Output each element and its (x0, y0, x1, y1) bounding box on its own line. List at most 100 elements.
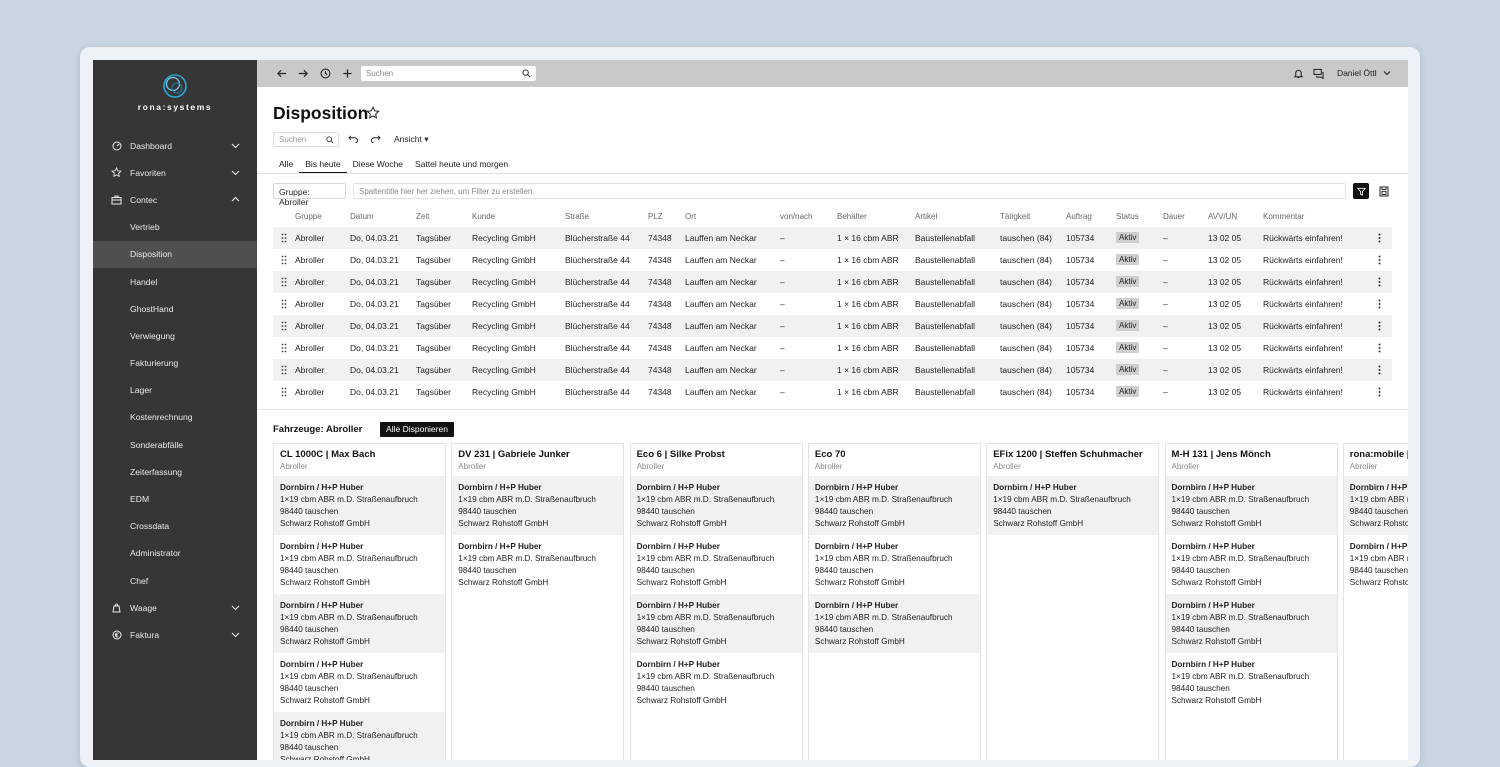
sidebar-item-favoriten[interactable]: Favoriten (93, 159, 257, 186)
job-item[interactable]: Dornbirn / H+P Huber 1×19 cbm ABR m.D. St… (274, 594, 445, 653)
column-header-article[interactable]: Artikel (915, 212, 937, 221)
column-header-comment[interactable]: Kommentar (1263, 212, 1304, 221)
column-header-order[interactable]: Auftrag (1066, 212, 1092, 221)
drag-handle-icon[interactable] (281, 277, 287, 287)
job-item[interactable]: Dornbirn / H+P Huber 1×19 cbm ABR m.D. St… (1166, 653, 1337, 712)
job-item[interactable]: Dornbirn / H+P Huber 1×19 cbm ABR m.D. St… (1165, 476, 1337, 535)
table-row[interactable]: Abroller Do, 04.03.21 Tagsüber Recycling Gm… (273, 315, 1392, 337)
job-item[interactable]: Dornbirn / H+P Huber 1×19 cbm ABR m.D. St… (630, 594, 802, 653)
group-chip[interactable]: Gruppe: Abroller (273, 183, 346, 207)
column-header-zip[interactable]: PLZ (648, 212, 663, 221)
job-item[interactable]: Dornbirn / H+P Huber 1×19 cbm ABR m.D. St… (274, 476, 445, 535)
row-menu-icon[interactable] (1378, 343, 1381, 355)
row-menu-icon[interactable] (1378, 233, 1381, 245)
back-arrow-icon[interactable] (275, 67, 288, 80)
sidebar-item-chef[interactable]: Chef (93, 567, 257, 594)
redo-icon[interactable] (370, 134, 381, 143)
undo-icon[interactable] (348, 134, 359, 143)
favorite-star-icon[interactable] (366, 106, 380, 120)
bell-icon[interactable] (1292, 67, 1305, 80)
job-item[interactable]: Dornbirn / H+P Huber 1×19 cbm ABR m.D. St… (274, 535, 445, 594)
table-row[interactable]: Abroller Do, 04.03.21 Tagsüber Recycling Gm… (273, 249, 1392, 271)
table-row[interactable]: Abroller Do, 04.03.21 Tagsüber Recycling Gm… (273, 293, 1392, 315)
vehicle-card[interactable]: rona:mobile | Klaus Teller Abroller Dornbi… (1342, 443, 1408, 760)
column-header-street[interactable]: Straße (565, 212, 589, 221)
vehicle-card[interactable]: CL 1000C | Max Bach Abroller Dornbirn / H+… (273, 443, 446, 760)
sidebar-item-contec[interactable]: Contec (93, 186, 257, 213)
sidebar-item-handel[interactable]: Handel (93, 268, 257, 295)
column-header-avv[interactable]: AVV/UN (1208, 212, 1237, 221)
row-menu-icon[interactable] (1378, 255, 1381, 267)
brand-logo[interactable]: rona:systems (93, 72, 257, 112)
row-menu-icon[interactable] (1378, 387, 1381, 399)
column-header-group[interactable]: Gruppe (295, 212, 322, 221)
column-header-status[interactable]: Status (1116, 212, 1139, 221)
job-item[interactable]: Dornbirn / H+P Huber 1×19 cbm ABR m.D. St… (808, 476, 980, 535)
sidebar-item-faktura[interactable]: Faktura (93, 621, 257, 648)
job-item[interactable]: Dornbirn / H+P Huber 1×19 cbm ABR m.D. St… (987, 476, 1159, 535)
sidebar-item-administrator[interactable]: Administrator (93, 540, 257, 567)
job-item[interactable]: Dornbirn / H+P Huber 1×19 cbm ABR m.D. St… (1165, 594, 1337, 653)
job-item[interactable]: Dornbirn / H+P Huber 1×19 cbm ABR m.D. St… (1344, 535, 1408, 594)
column-header-date[interactable]: Datum (350, 212, 374, 221)
sidebar-item-ghosthand[interactable]: GhostHand (93, 295, 257, 322)
tab-alle[interactable]: Alle (273, 159, 299, 173)
history-clock-icon[interactable] (319, 67, 332, 80)
sidebar-item-dashboard[interactable]: Dashboard (93, 132, 257, 159)
sidebar-item-verwiegung[interactable]: Verwiegung (93, 322, 257, 349)
chat-icon[interactable] (1312, 67, 1325, 80)
table-row[interactable]: Abroller Do, 04.03.21 Tagsüber Recycling Gm… (273, 227, 1392, 249)
job-item[interactable]: Dornbirn / H+P Huber 1×19 cbm ABR m.D. St… (631, 535, 802, 594)
table-row[interactable]: Abroller Do, 04.03.21 Tagsüber Recycling Gm… (273, 381, 1392, 403)
drag-handle-icon[interactable] (281, 255, 287, 265)
sidebar-item-fakturierung[interactable]: Fakturierung (93, 350, 257, 377)
dispatch-all-button[interactable]: Alle Disponieren (380, 422, 454, 437)
global-search-input[interactable]: Suchen (361, 66, 536, 81)
drag-handle-icon[interactable] (281, 365, 287, 375)
job-item[interactable]: Dornbirn / H+P Huber 1×19 cbm ABR m.D. St… (808, 594, 980, 653)
job-item[interactable]: Dornbirn / H+P Huber 1×19 cbm ABR m.D. St… (1343, 476, 1408, 535)
job-item[interactable]: Dornbirn / H+P Huber 1×19 cbm ABR m.D. St… (1166, 535, 1337, 594)
drag-handle-icon[interactable] (281, 321, 287, 331)
table-search-input[interactable]: Suchen (273, 132, 339, 147)
drag-handle-icon[interactable] (281, 343, 287, 353)
column-header-duration[interactable]: Dauer (1163, 212, 1185, 221)
sidebar-item-vertrieb[interactable]: Vertrieb (93, 214, 257, 241)
vehicle-card[interactable]: M-H 131 | Jens Mönch Abroller Dornbirn / H… (1164, 443, 1338, 760)
export-button[interactable] (1377, 184, 1391, 198)
sidebar-item-kostenrechnung[interactable]: Kostenrechnung (93, 404, 257, 431)
forward-arrow-icon[interactable] (297, 67, 310, 80)
user-menu[interactable]: Daniel Öttl (1337, 68, 1391, 78)
tab-diese-woche[interactable]: Diese Woche (347, 159, 409, 173)
row-menu-icon[interactable] (1378, 299, 1381, 311)
column-header-city[interactable]: Ort (685, 212, 696, 221)
group-drop-zone[interactable]: Spaltentitle hier her ziehen, um Filter … (353, 183, 1346, 199)
job-item[interactable]: Dornbirn / H+P Huber 1×19 cbm ABR m.D. St… (452, 476, 624, 535)
row-menu-icon[interactable] (1378, 277, 1381, 289)
vehicle-card[interactable]: EFix 1200 | Steffen Schuhmacher Abroller D… (986, 443, 1160, 760)
job-item[interactable]: Dornbirn / H+P Huber 1×19 cbm ABR m.D. St… (274, 653, 445, 712)
drag-handle-icon[interactable] (281, 233, 287, 243)
view-dropdown[interactable]: Ansicht ▾ (394, 134, 429, 145)
vehicle-card[interactable]: Eco 6 | Silke Probst Abroller Dornbirn / H… (629, 443, 803, 760)
tab-sattel-heute-und-morgen[interactable]: Sattel heute und morgen (409, 159, 514, 173)
row-menu-icon[interactable] (1378, 321, 1381, 333)
sidebar-item-waage[interactable]: Waage (93, 594, 257, 621)
plus-icon[interactable] (341, 67, 354, 80)
sidebar-item-lager[interactable]: Lager (93, 377, 257, 404)
job-item[interactable]: Dornbirn / H+P Huber 1×19 cbm ABR m.D. St… (630, 476, 802, 535)
sidebar-item-disposition[interactable]: Disposition (93, 240, 257, 268)
column-header-container[interactable]: Behälter (837, 212, 867, 221)
vehicle-card[interactable]: DV 231 | Gabriele Junker Abroller Dornbirn… (451, 443, 625, 760)
drag-handle-icon[interactable] (281, 387, 287, 397)
table-row[interactable]: Abroller Do, 04.03.21 Tagsüber Recycling Gm… (273, 337, 1392, 359)
filter-button[interactable] (1353, 183, 1369, 199)
drag-handle-icon[interactable] (281, 299, 287, 309)
table-row[interactable]: Abroller Do, 04.03.21 Tagsüber Recycling Gm… (273, 359, 1392, 381)
sidebar-item-edm[interactable]: EDM (93, 485, 257, 512)
column-header-from-to[interactable]: von/nach (780, 212, 812, 221)
job-item[interactable]: Dornbirn / H+P Huber 1×19 cbm ABR m.D. St… (631, 653, 802, 712)
column-header-time[interactable]: Zeit (416, 212, 429, 221)
column-header-activity[interactable]: Tätigkeit (1000, 212, 1030, 221)
job-item[interactable]: Dornbirn / H+P Huber 1×19 cbm ABR m.D. St… (809, 535, 980, 594)
